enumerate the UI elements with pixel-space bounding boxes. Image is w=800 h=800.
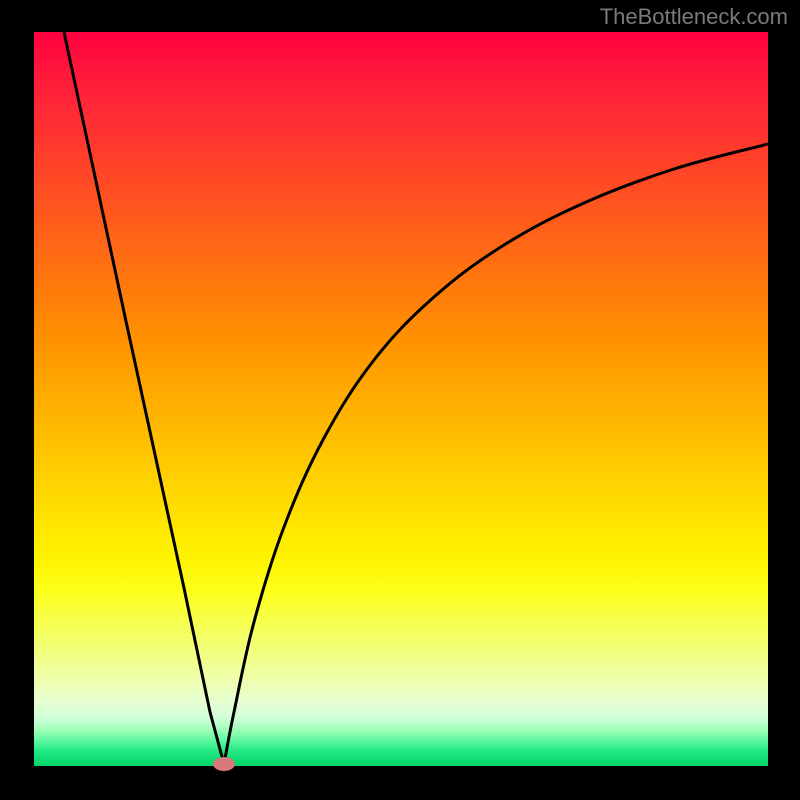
watermark-text: TheBottleneck.com [600,4,788,30]
bottleneck-curve [64,32,768,764]
plot-gradient-area [34,32,768,766]
curve-svg [34,32,768,766]
minimum-marker [213,757,235,771]
